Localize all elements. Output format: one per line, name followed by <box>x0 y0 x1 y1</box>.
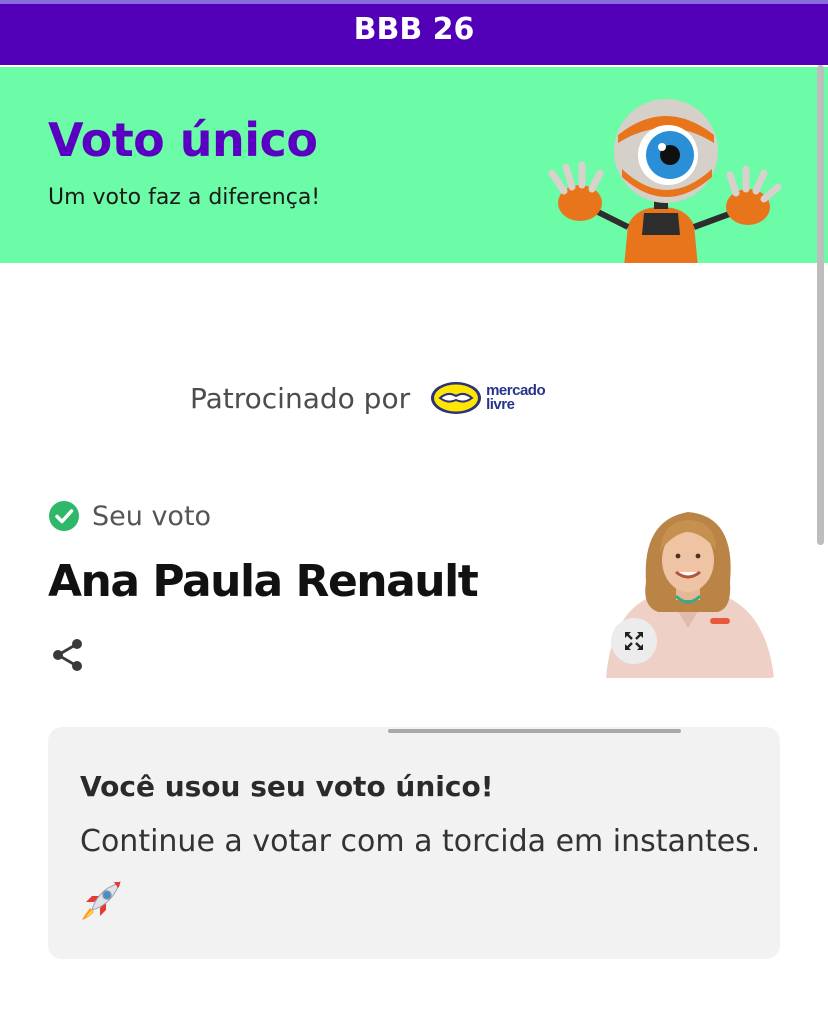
voting-page: BBB 26 Voto único Um voto faz a diferenç… <box>0 0 828 1016</box>
expand-photo-button[interactable] <box>611 618 657 664</box>
hero-subtitle: Um voto faz a diferença! <box>48 185 321 210</box>
big-brother-eye-mascot-icon <box>548 99 782 263</box>
mercado-livre-logo: mercado livre <box>486 383 546 413</box>
sponsor-label: Patrocinado por <box>190 381 411 415</box>
vote-status: Seu voto <box>48 498 211 534</box>
app-title: BBB 26 <box>353 12 475 47</box>
brand-line-2: livre <box>486 396 515 413</box>
expand-icon <box>625 632 643 650</box>
check-circle-icon <box>49 501 79 531</box>
share-icon[interactable] <box>50 637 86 673</box>
card-title: Você usou seu voto único! <box>80 770 494 803</box>
scrollbar-thumb[interactable] <box>817 65 824 545</box>
sponsor-row: Patrocinado por mercado livre <box>190 378 546 418</box>
hero-title: Voto único <box>48 113 318 167</box>
candidate-name: Ana Paula Renault <box>48 556 479 607</box>
card-drag-handle <box>388 729 681 733</box>
vote-status-label: Seu voto <box>92 500 212 532</box>
hero-banner: Voto único Um voto faz a diferença! <box>0 65 828 263</box>
card-body: Continue a votar com a torcida em instan… <box>80 824 761 859</box>
rocket-icon <box>82 881 121 920</box>
handshake-icon <box>431 382 482 414</box>
